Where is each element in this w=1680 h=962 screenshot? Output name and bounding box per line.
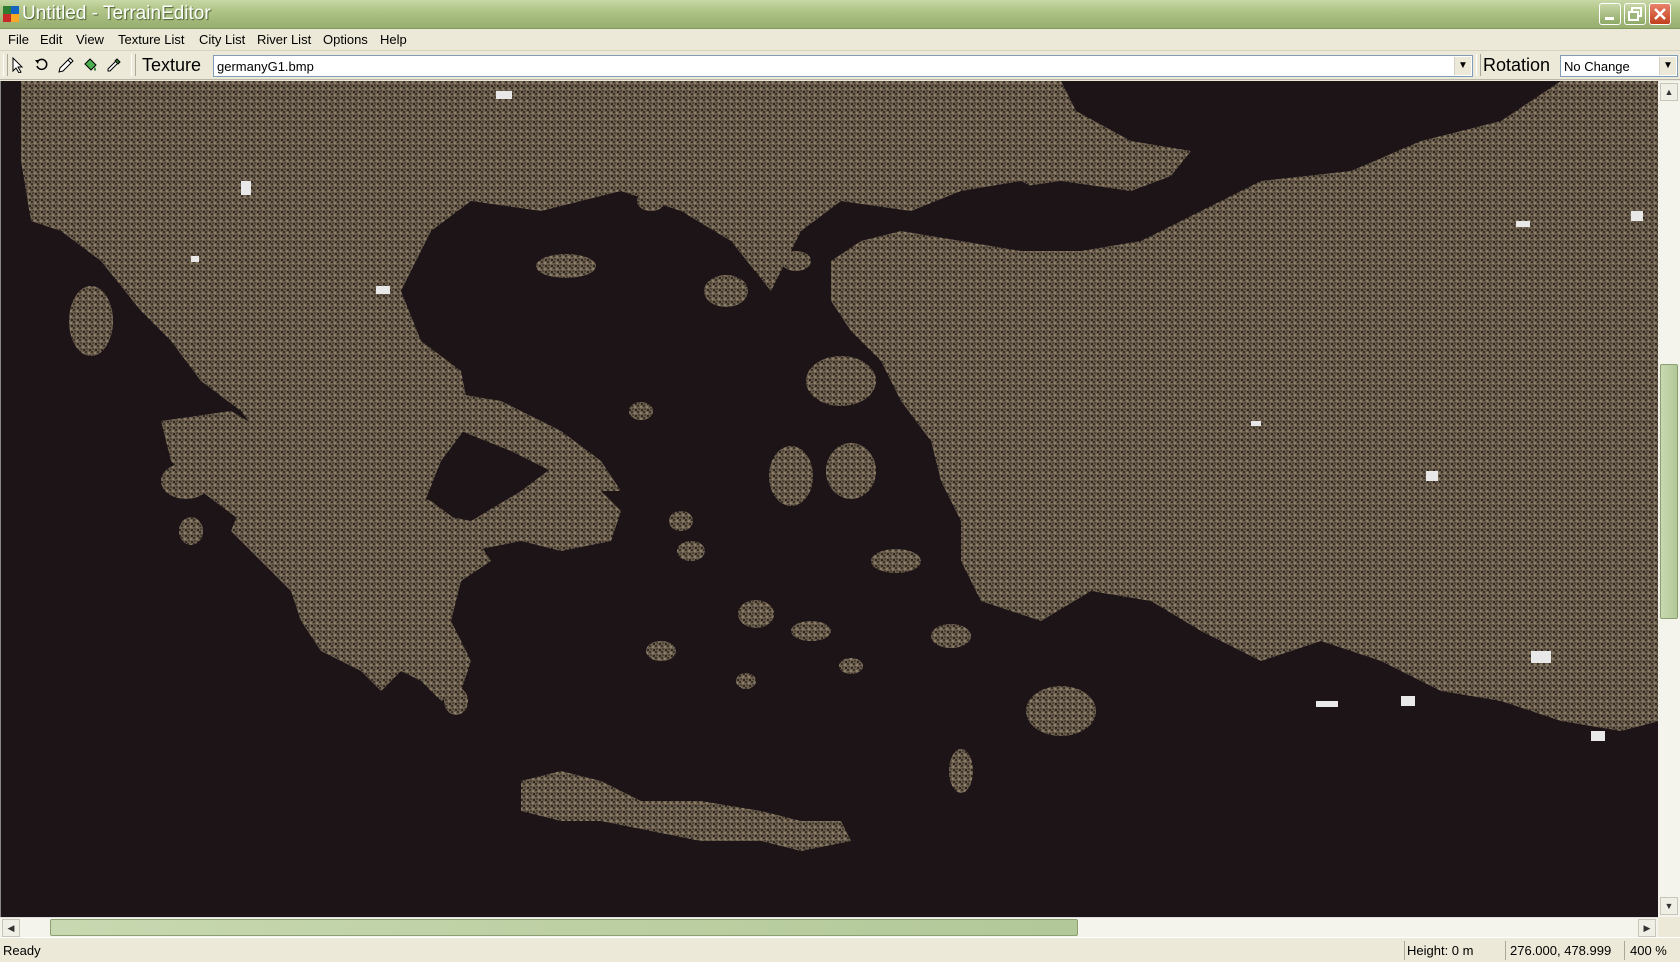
status-bar: Ready Height: 0 m 276.000, 478.999 400 %: [0, 937, 1680, 962]
status-ready: Ready: [3, 943, 41, 958]
close-button[interactable]: [1649, 3, 1671, 25]
menu-city-list[interactable]: City List: [199, 32, 245, 47]
horizontal-scrollbar[interactable]: ◀ ▶: [0, 917, 1658, 937]
terrain-map: [1, 81, 1658, 917]
scroll-left-button[interactable]: ◀: [2, 919, 20, 937]
menu-river-list[interactable]: River List: [257, 32, 311, 47]
menu-edit[interactable]: Edit: [40, 32, 62, 47]
paint-bucket-icon: [84, 58, 97, 71]
status-divider: [1505, 941, 1506, 960]
title-bar[interactable]: Untitled - TerrainEditor: [0, 0, 1680, 29]
rotation-dropdown[interactable]: No Change ▼: [1560, 55, 1678, 77]
texture-dropdown[interactable]: germanyG1.bmp ▼: [213, 55, 1473, 77]
arrow-cursor-icon: [12, 57, 24, 73]
eyedropper-icon: [107, 58, 121, 72]
minimize-icon: [1605, 17, 1614, 20]
menu-bar: File Edit View Texture List City List Ri…: [0, 29, 1680, 51]
rotation-value: No Change: [1564, 59, 1630, 74]
menu-texture-list[interactable]: Texture List: [118, 32, 184, 47]
window-title: Untitled - TerrainEditor: [22, 3, 211, 24]
menu-options[interactable]: Options: [323, 32, 368, 47]
app-icon: [3, 6, 19, 22]
toolbar-grip[interactable]: [1476, 54, 1481, 76]
select-tool-button[interactable]: [8, 55, 28, 75]
scroll-right-button[interactable]: ▶: [1638, 919, 1656, 937]
chevron-down-icon[interactable]: ▼: [1454, 57, 1471, 75]
toolbar: Texture germanyG1.bmp ▼ Rotation No Chan…: [0, 51, 1680, 80]
menu-file[interactable]: File: [8, 32, 29, 47]
horizontal-scroll-thumb[interactable]: [50, 919, 1078, 936]
chevron-down-icon[interactable]: ▼: [1659, 57, 1676, 75]
terrain-map-view[interactable]: [0, 81, 1658, 917]
minimize-button[interactable]: [1599, 3, 1621, 25]
eyedropper-tool-button[interactable]: [104, 55, 124, 75]
rotate-icon: [35, 58, 48, 71]
status-divider: [1624, 941, 1625, 960]
status-height: Height: 0 m: [1407, 943, 1474, 958]
restore-icon: [1628, 7, 1642, 21]
texture-label: Texture: [142, 55, 202, 75]
status-divider: [1404, 941, 1405, 960]
scroll-down-button[interactable]: ▼: [1660, 897, 1678, 915]
fill-tool-button[interactable]: [80, 55, 100, 75]
pencil-icon: [58, 57, 74, 73]
rotation-label: Rotation: [1483, 55, 1551, 75]
vertical-scrollbar[interactable]: ▲ ▼: [1658, 81, 1680, 917]
menu-help[interactable]: Help: [380, 32, 407, 47]
texture-value: germanyG1.bmp: [217, 59, 314, 74]
rotate-tool-button[interactable]: [32, 55, 52, 75]
close-icon: [1654, 8, 1666, 20]
menu-view[interactable]: View: [76, 32, 104, 47]
pencil-tool-button[interactable]: [56, 55, 76, 75]
status-coordinates: 276.000, 478.999: [1510, 943, 1612, 958]
scroll-up-button[interactable]: ▲: [1660, 83, 1678, 101]
vertical-scroll-thumb[interactable]: [1660, 364, 1678, 619]
toolbar-grip[interactable]: [131, 54, 136, 76]
maximize-button[interactable]: [1624, 3, 1646, 25]
status-zoom: 400 %: [1630, 943, 1667, 958]
